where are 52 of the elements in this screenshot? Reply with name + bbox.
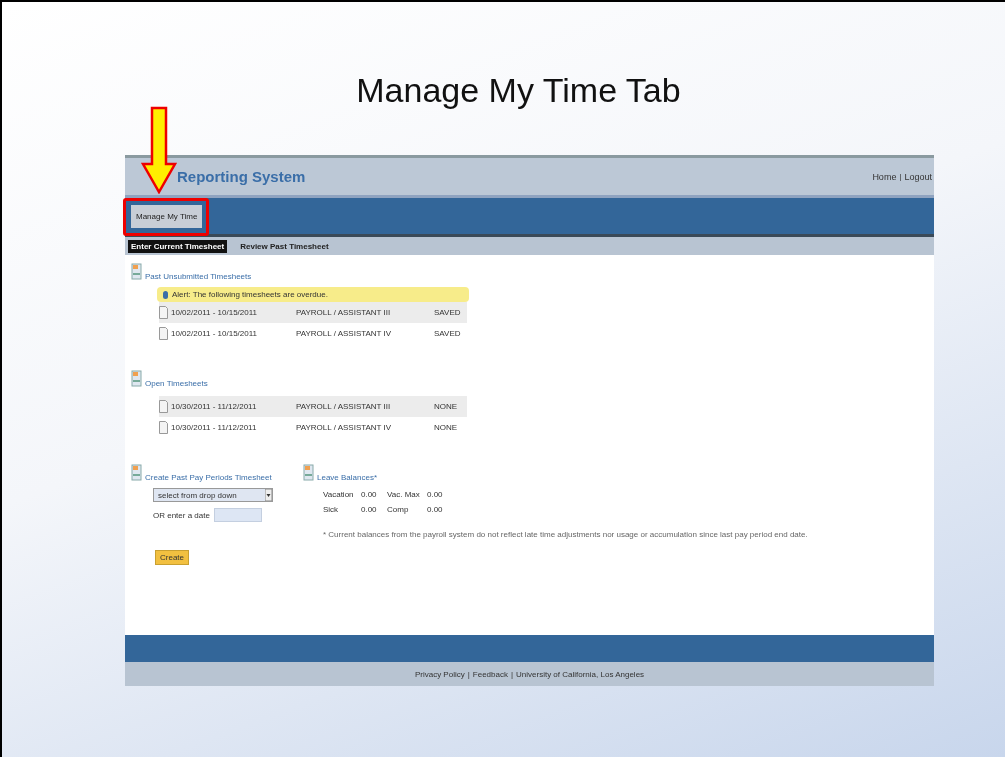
- separator: |: [899, 171, 902, 182]
- down-arrow-icon: [141, 106, 177, 194]
- balance-label: Comp: [387, 505, 410, 514]
- job-title: PAYROLL / ASSISTANT III: [296, 402, 392, 411]
- section-link[interactable]: Leave Balances*: [317, 473, 378, 482]
- separator: |: [510, 669, 513, 679]
- info-icon: [163, 290, 168, 299]
- sub-tab[interactable]: Enter Current Timesheet: [128, 239, 228, 253]
- section-link[interactable]: Past Unsubmitted Timesheets: [145, 272, 252, 281]
- date-range: 10/30/2011 - 11/12/2011: [171, 423, 258, 432]
- section-link[interactable]: Create Past Pay Periods Timesheet: [145, 473, 272, 482]
- date-label: OR enter a date: [153, 510, 210, 520]
- date-range: 10/30/2011 - 11/12/2011: [171, 402, 258, 411]
- footer-link[interactable]: Privacy Policy: [414, 669, 465, 679]
- balance-value: 0.00: [361, 490, 378, 499]
- section-link[interactable]: Open Timesheets: [145, 379, 208, 388]
- document-icon: [159, 421, 168, 434]
- date-field[interactable]: [213, 508, 262, 522]
- balance-label: Vacation: [323, 490, 355, 499]
- job-title: PAYROLL / ASSISTANT IV: [296, 423, 393, 432]
- job-title: PAYROLL / ASSISTANT IV: [296, 329, 393, 338]
- timesheet-status: NONE: [434, 402, 459, 411]
- create-button[interactable]: Create: [155, 550, 189, 565]
- timesheet-status: SAVED: [434, 329, 462, 338]
- separator: |: [467, 669, 470, 679]
- slide-title: Manage My Time Tab: [356, 70, 681, 110]
- period-dropdown[interactable]: select from drop down: [153, 488, 273, 502]
- date-range: 10/02/2011 - 10/15/2011: [171, 329, 258, 338]
- header-link[interactable]: Home: [872, 171, 897, 182]
- balance-label: Sick: [323, 505, 340, 514]
- timesheet-status: SAVED: [434, 308, 462, 317]
- document-icon: [131, 370, 143, 388]
- balance-value: 0.00: [361, 505, 378, 514]
- alert-text: Alert: The following timesheets are overdue.: [172, 290, 328, 299]
- footer-link[interactable]: Feedback: [472, 669, 508, 679]
- sub-tab[interactable]: Review Past Timesheet: [237, 239, 332, 253]
- caret-icon: [265, 489, 272, 501]
- document-icon: [303, 464, 315, 482]
- timesheet-status: NONE: [434, 423, 459, 432]
- app-title: Reporting System: [177, 168, 306, 185]
- document-icon: [131, 464, 143, 482]
- footer-link[interactable]: University of California, Los Angeles: [516, 669, 645, 679]
- date-range: 10/02/2011 - 10/15/2011: [171, 308, 258, 317]
- balance-value: 0.00: [427, 505, 444, 514]
- document-icon: [159, 327, 168, 340]
- job-title: PAYROLL / ASSISTANT III: [296, 308, 392, 317]
- balance-value: 0.00: [427, 490, 444, 499]
- nav-tab[interactable]: Manage My Time: [131, 204, 203, 228]
- header-link[interactable]: Logout: [904, 171, 932, 182]
- footnote: * Current balances from the payroll system do not reflect late time adjustments nor usage or accumulation since last pay period end date.: [323, 530, 809, 539]
- balance-label: Vac. Max: [387, 490, 421, 499]
- document-icon: [131, 263, 143, 281]
